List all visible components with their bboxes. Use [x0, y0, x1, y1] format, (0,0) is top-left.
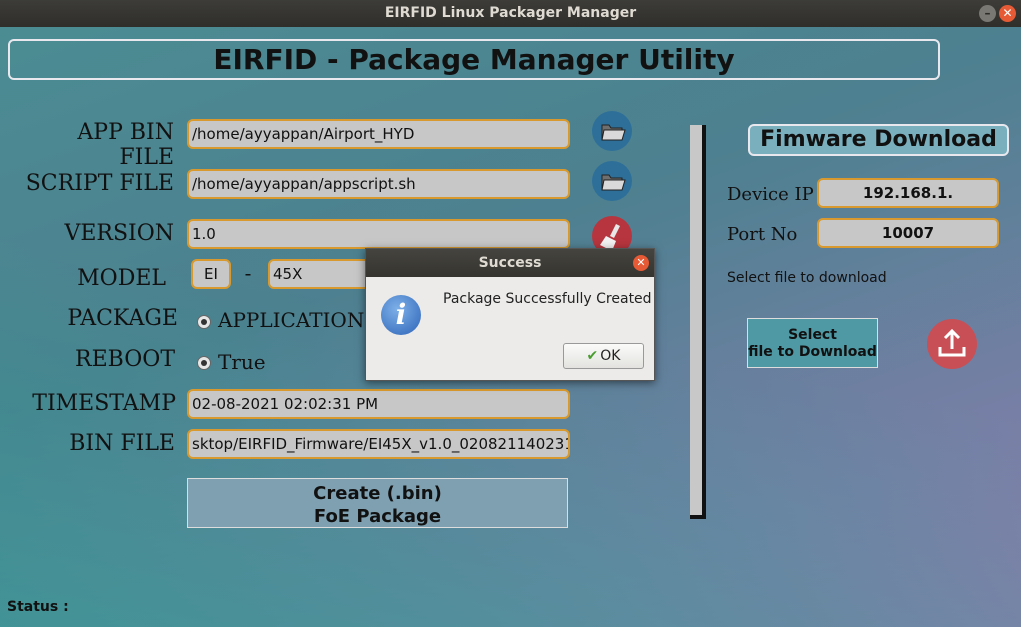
- script-label: SCRIPT FILE: [25, 171, 174, 196]
- select-file-hint: Select file to download: [727, 270, 887, 286]
- timestamp-label: TIMESTAMP: [32, 391, 176, 416]
- model-label: MODEL: [77, 266, 166, 291]
- model-prefix-field[interactable]: EI: [191, 259, 231, 289]
- dialog-titlebar: Success ✕: [366, 249, 654, 277]
- device-ip-field[interactable]: 192.168.1.: [817, 178, 999, 208]
- window-titlebar: EIRFID Linux Packager Manager – ✕: [0, 0, 1021, 27]
- create-package-button[interactable]: Create (.bin) FoE Package: [187, 478, 568, 528]
- version-field[interactable]: 1.0: [187, 219, 570, 249]
- select-line1: Select: [788, 327, 837, 343]
- close-icon[interactable]: ✕: [633, 255, 649, 271]
- reboot-option-label: True: [218, 350, 266, 374]
- package-label: PACKAGE: [67, 306, 178, 331]
- success-dialog: Success ✕ i Package Successfully Created…: [365, 248, 655, 381]
- reboot-label: REBOOT: [75, 347, 175, 372]
- port-label: Port No: [727, 224, 798, 245]
- status-label: Status :: [7, 599, 69, 615]
- info-icon: i: [381, 295, 421, 335]
- model-dash: -: [244, 261, 252, 285]
- vertical-scrollbar[interactable]: [690, 125, 706, 519]
- package-radio[interactable]: [197, 315, 211, 329]
- minimize-icon[interactable]: –: [979, 5, 996, 22]
- select-file-button[interactable]: Select file to Download: [747, 318, 878, 368]
- port-field[interactable]: 10007: [817, 218, 999, 248]
- page-title: EIRFID - Package Manager Utility: [8, 39, 940, 80]
- script-field[interactable]: /home/ayyappan/appscript.sh: [187, 169, 570, 199]
- window-title: EIRFID Linux Packager Manager: [384, 5, 637, 21]
- package-option-label: APPLICATION: [218, 308, 365, 332]
- create-line2: FoE Package: [313, 506, 442, 527]
- select-line2: file to Download: [748, 344, 877, 360]
- upload-button[interactable]: [927, 319, 977, 369]
- app-bin-field[interactable]: /home/ayyappan/Airport_HYD: [187, 119, 570, 149]
- folder-open-button-script[interactable]: [592, 161, 632, 201]
- folder-open-button[interactable]: [592, 111, 632, 151]
- folder-icon: [601, 124, 626, 141]
- ok-button[interactable]: ✔ OK: [563, 343, 644, 369]
- bin-file-label: BIN FILE: [69, 431, 175, 456]
- timestamp-field[interactable]: 02-08-2021 02:02:31 PM: [187, 389, 570, 419]
- dialog-message: Package Successfully Created: [443, 291, 652, 307]
- folder-icon: [601, 174, 626, 191]
- firmware-download-title: Fimware Download: [748, 124, 1009, 156]
- dialog-title: Success: [478, 255, 542, 271]
- check-icon: ✔: [586, 348, 599, 364]
- reboot-radio[interactable]: [197, 356, 211, 370]
- device-ip-label: Device IP: [727, 184, 814, 205]
- create-line1: Create (.bin): [313, 483, 442, 504]
- close-icon[interactable]: ✕: [999, 5, 1016, 22]
- ok-label: OK: [600, 348, 621, 364]
- bin-file-field[interactable]: sktop/EIRFID_Firmware/EI45X_v1.0_0208211…: [187, 429, 570, 459]
- upload-icon: [938, 328, 966, 357]
- version-label: VERSION: [64, 221, 174, 246]
- app-bin-label: APP BIN FILE: [77, 120, 174, 170]
